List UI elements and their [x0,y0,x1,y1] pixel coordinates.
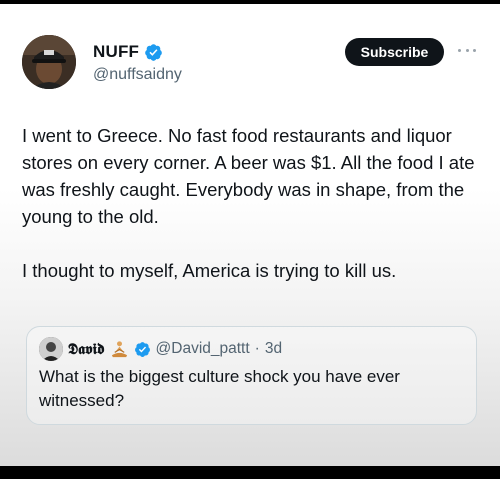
tweet-paragraph: I thought to myself, America is trying t… [22,260,397,281]
more-options-icon[interactable] [458,42,476,58]
tweet-card: NUFF @nuffsaidny Subscribe I went to Gre… [0,4,500,466]
subscribe-button[interactable]: Subscribe [345,38,444,66]
author-name[interactable]: NUFF [93,42,139,62]
tweet-body: I went to Greece. No fast food restauran… [22,122,482,284]
quoted-author-handle[interactable]: @David_pattt [156,340,250,358]
author-name-row: NUFF [93,42,163,62]
quoted-separator: · [254,340,260,357]
author-handle[interactable]: @nuffsaidny [93,66,182,84]
quoted-author-name[interactable]: 𝕯𝖆𝖛𝖎𝖉 [68,340,105,358]
verified-badge-icon [134,341,151,358]
quoted-tweet-text: What is the biggest culture shock you ha… [39,367,400,410]
quoted-tweet[interactable]: 𝕯𝖆𝖛𝖎𝖉 @David_pattt · 3d What is the bigg… [26,326,477,425]
verified-badge-icon [144,43,163,62]
quoted-author-avatar[interactable] [39,337,63,361]
quoted-timestamp[interactable]: 3d [265,340,282,358]
meditation-emoji-icon [110,340,129,359]
author-avatar[interactable] [22,35,76,89]
quoted-tweet-header: 𝕯𝖆𝖛𝖎𝖉 @David_pattt · 3d [39,337,282,361]
tweet-paragraph: I went to Greece. No fast food restauran… [22,125,475,227]
